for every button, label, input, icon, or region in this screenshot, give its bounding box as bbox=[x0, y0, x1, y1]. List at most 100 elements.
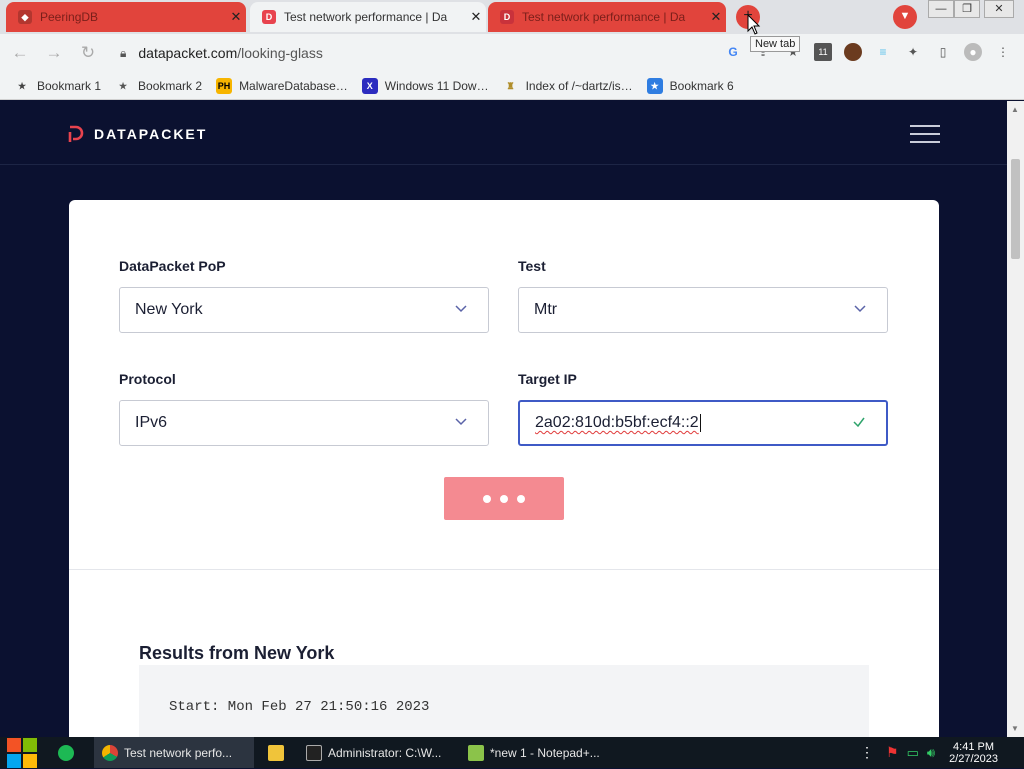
tab-search-chevron-icon[interactable]: ▼ bbox=[893, 5, 917, 29]
tab-peeringdb[interactable]: ◆ PeeringDB ✕ bbox=[6, 2, 246, 32]
bookmark-label: Bookmark 2 bbox=[138, 78, 203, 93]
system-tray: ⋮ ⚑ ▭ 🔊︎ 4:41 PM 2/27/2023 bbox=[860, 737, 1024, 768]
side-panel-icon[interactable]: ▯ bbox=[934, 43, 952, 61]
extension-flag-icon[interactable]: ≡ bbox=[874, 43, 892, 61]
target-ip-label: Target IP bbox=[518, 371, 577, 387]
back-arrow-icon[interactable]: ← bbox=[6, 39, 34, 67]
kebab-menu-icon[interactable]: ⋮ bbox=[994, 43, 1012, 61]
hamburger-menu-icon[interactable] bbox=[910, 125, 940, 145]
mouse-cursor-icon bbox=[747, 14, 761, 35]
bookmark-item[interactable]: PH MalwareDatabase… bbox=[216, 77, 348, 94]
protocol-select[interactable]: IPv6 bbox=[119, 400, 489, 446]
browser-tab-strip: ◆ PeeringDB ✕ D Test network performance… bbox=[0, 0, 1024, 34]
bookmark-item[interactable]: ★ Bookmark 1 bbox=[14, 78, 101, 94]
lock-icon: 🔒︎ bbox=[120, 45, 127, 60]
loading-dot bbox=[483, 494, 491, 503]
test-select[interactable]: Mtr bbox=[518, 287, 888, 333]
protocol-select-value: IPv6 bbox=[135, 414, 168, 431]
folder-icon bbox=[268, 744, 284, 761]
bookmark-item[interactable]: ★ Bookmark 6 bbox=[646, 77, 734, 94]
bookmark-icon: ♜ bbox=[506, 80, 515, 91]
target-ip-input[interactable]: 2a02:810d:b5bf:ecf4::2 bbox=[518, 400, 888, 446]
section-divider bbox=[69, 569, 939, 570]
taskbar-app-explorer[interactable] bbox=[254, 737, 298, 768]
loading-dot bbox=[500, 494, 508, 503]
test-label: Test bbox=[518, 258, 546, 274]
web-page: DATAPACKET DataPacket PoP New York Test … bbox=[0, 101, 1007, 737]
close-tab-icon[interactable]: ✕ bbox=[226, 9, 246, 25]
network-icon[interactable]: ▭ bbox=[907, 745, 919, 761]
bookmark-icon: ★ bbox=[646, 77, 663, 94]
scroll-up-arrow-icon[interactable]: ▲ bbox=[1011, 105, 1019, 114]
google-icon[interactable]: G bbox=[724, 43, 742, 61]
taskbar-app-notepadpp[interactable]: *new 1 - Notepad+... bbox=[460, 737, 620, 768]
protocol-label: Protocol bbox=[119, 371, 176, 387]
window-close-button[interactable]: ✕ bbox=[984, 0, 1014, 18]
pop-select[interactable]: New York bbox=[119, 287, 489, 333]
volume-icon[interactable]: 🔊︎ bbox=[927, 745, 935, 761]
bookmark-icon: PH bbox=[216, 77, 233, 94]
windows-taskbar: Test network perfo... Administrator: C:\… bbox=[0, 737, 1024, 768]
looking-glass-card: DataPacket PoP New York Test Mtr Protoco… bbox=[69, 200, 939, 737]
tab-datapacket-active[interactable]: D Test network performance | Da ✕ bbox=[250, 2, 486, 32]
bookmark-label: Bookmark 1 bbox=[37, 78, 102, 93]
bookmark-label: Bookmark 6 bbox=[669, 78, 734, 93]
pop-label: DataPacket PoP bbox=[119, 258, 226, 274]
tab-title: Test network performance | Da bbox=[522, 10, 686, 24]
action-center-flag-icon[interactable]: ⚑ bbox=[886, 744, 899, 761]
chevron-down-icon bbox=[455, 305, 467, 313]
brand-name: DATAPACKET bbox=[94, 126, 208, 142]
taskbar-app-cmd[interactable]: Administrator: C:\W... bbox=[298, 737, 460, 768]
bookmarks-bar: ★ Bookmark 1 ★ Bookmark 2 PH MalwareDatabas… bbox=[0, 72, 1024, 100]
close-tab-icon[interactable]: ✕ bbox=[466, 9, 486, 25]
peeringdb-favicon: ◆ bbox=[18, 10, 32, 24]
address-bar[interactable]: 🔒︎ datapacket.com/looking-glass bbox=[108, 38, 728, 68]
url-host: datapacket.com bbox=[138, 45, 238, 61]
tray-overflow-icon[interactable]: ⋮ bbox=[860, 744, 874, 761]
text-caret bbox=[699, 414, 701, 432]
new-tab-tooltip: New tab bbox=[750, 36, 801, 52]
results-output: Start: Mon Feb 27 21:50:16 2023 bbox=[139, 665, 869, 737]
scroll-down-arrow-icon[interactable]: ▼ bbox=[1011, 724, 1019, 733]
run-test-button-loading[interactable] bbox=[444, 477, 564, 520]
reload-icon[interactable]: ↻ bbox=[74, 39, 102, 67]
taskbar-app-pinned[interactable] bbox=[44, 737, 94, 768]
clock-date: 2/27/2023 bbox=[949, 752, 998, 765]
chrome-icon bbox=[102, 744, 118, 761]
datapacket-logo-icon bbox=[68, 125, 84, 142]
url-path: /looking-glass bbox=[237, 45, 323, 61]
profile-avatar-icon[interactable]: ● bbox=[964, 43, 982, 61]
bookmark-item[interactable]: X Windows 11 Dow… bbox=[361, 77, 489, 94]
forward-arrow-icon[interactable]: → bbox=[40, 39, 68, 67]
chevron-down-icon bbox=[455, 418, 467, 426]
test-select-value: Mtr bbox=[534, 301, 558, 318]
bookmark-item[interactable]: ♜ Index of /~dartz/is… bbox=[503, 78, 633, 94]
site-header: DATAPACKET bbox=[0, 101, 1007, 165]
scrollbar-thumb[interactable] bbox=[1011, 159, 1020, 259]
start-button[interactable] bbox=[0, 737, 44, 768]
checkmark-icon bbox=[853, 417, 865, 428]
system-clock[interactable]: 4:41 PM 2/27/2023 bbox=[939, 741, 1024, 765]
browser-toolbar: ← → ↻ 🔒︎ datapacket.com/looking-glass G … bbox=[0, 34, 1024, 72]
tab-title: PeeringDB bbox=[40, 10, 99, 24]
results-title: Results from New York bbox=[139, 643, 335, 663]
extensions-puzzle-icon[interactable]: ✦ bbox=[904, 43, 922, 61]
bookmark-item[interactable]: ★ Bookmark 2 bbox=[115, 78, 202, 94]
tab-title: Test network performance | Da bbox=[284, 10, 448, 24]
results-line: Start: Mon Feb 27 21:50:16 2023 bbox=[169, 699, 430, 715]
taskbar-app-chrome[interactable]: Test network perfo... bbox=[94, 737, 254, 768]
minimize-button[interactable]: — bbox=[928, 0, 954, 18]
clock-time: 4:41 PM bbox=[953, 740, 995, 753]
datapacket-logo[interactable]: DATAPACKET bbox=[68, 125, 207, 143]
bookmark-label: Index of /~dartz/is… bbox=[525, 78, 633, 93]
extension-badge[interactable]: 11 bbox=[814, 43, 832, 61]
loading-dot bbox=[517, 494, 525, 503]
extension-avatar-icon[interactable] bbox=[844, 43, 862, 61]
maximize-button[interactable]: ❐ bbox=[954, 0, 980, 18]
pop-select-value: New York bbox=[135, 301, 203, 318]
close-tab-icon[interactable]: ✕ bbox=[706, 9, 726, 25]
chevron-down-icon bbox=[854, 305, 866, 313]
tab-datapacket-2[interactable]: D Test network performance | Da ✕ bbox=[488, 2, 726, 32]
page-scrollbar[interactable]: ▲ ▼ bbox=[1007, 101, 1024, 737]
pinned-app-icon bbox=[58, 744, 74, 761]
